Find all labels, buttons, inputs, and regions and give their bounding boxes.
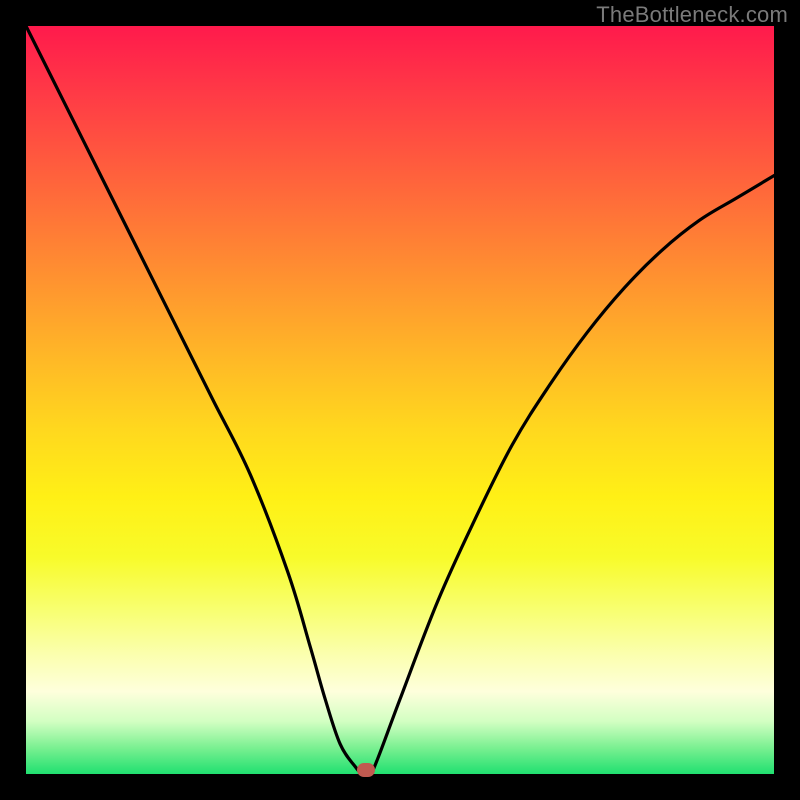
optimal-point-marker <box>357 763 375 777</box>
watermark-text: TheBottleneck.com <box>596 2 788 28</box>
plot-area <box>26 26 774 774</box>
bottleneck-curve <box>26 26 774 774</box>
chart-frame: TheBottleneck.com <box>0 0 800 800</box>
